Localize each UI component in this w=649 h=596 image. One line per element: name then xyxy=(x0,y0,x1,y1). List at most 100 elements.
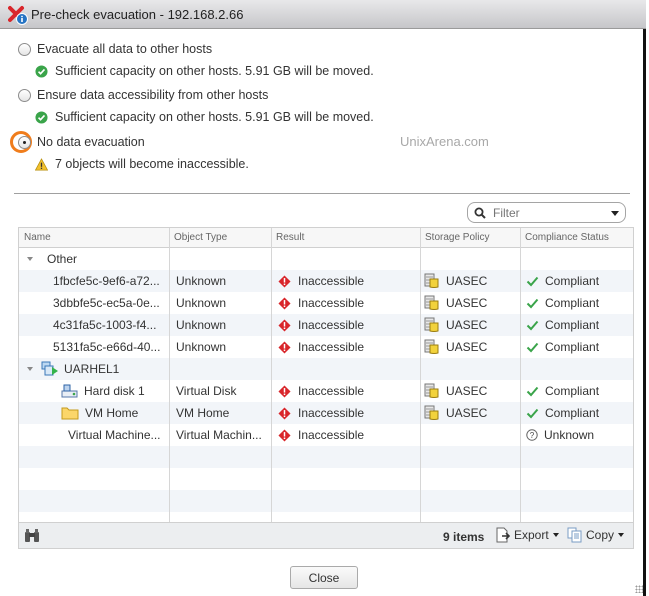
result-cell: Inaccessible xyxy=(278,380,419,402)
option-label: No data evacuation xyxy=(37,135,145,149)
error-icon xyxy=(278,274,291,288)
expand-collapse-icon[interactable] xyxy=(27,367,33,371)
radio-evacuate-all[interactable]: Evacuate all data to other hosts xyxy=(18,41,212,57)
svg-text:?: ? xyxy=(530,431,535,440)
export-button[interactable]: Export xyxy=(495,527,559,543)
column-divider xyxy=(271,228,272,522)
precheck-icon xyxy=(8,6,28,25)
table-row[interactable]: Hard disk 1 Virtual Disk Inaccessible UASEC… xyxy=(19,380,633,402)
object-name: UARHEL1 xyxy=(64,362,120,376)
result-cell: Inaccessible xyxy=(278,292,419,314)
storage-policy-cell: UASEC xyxy=(424,314,519,336)
resize-grip[interactable] xyxy=(635,585,643,593)
storage-policy-icon xyxy=(424,317,439,332)
table-row[interactable]: Virtual Machine... Virtual Machin... Inacc… xyxy=(19,424,633,446)
search-icon xyxy=(474,207,486,219)
radio-button[interactable] xyxy=(18,42,31,56)
column-divider xyxy=(169,228,170,522)
table-row[interactable]: 1fbcfe5c-9ef6-a72... Unknown Inaccessible U… xyxy=(19,270,633,292)
table-row[interactable]: VM Home VM Home Inaccessible UASEC Compliant xyxy=(19,402,633,424)
name-cell: VM Home xyxy=(19,402,169,424)
column-header-object-type[interactable]: Object Type xyxy=(169,228,271,248)
name-cell: 1fbcfe5c-9ef6-a72... xyxy=(19,270,169,292)
close-button[interactable]: Close xyxy=(290,566,358,589)
expand-collapse-icon[interactable] xyxy=(27,257,33,261)
name-cell: 5131fa5c-e66d-40... xyxy=(19,336,169,358)
window-title: Pre-check evacuation - 192.168.2.66 xyxy=(31,7,244,22)
object-type-cell: Unknown xyxy=(176,274,227,288)
column-header-compliance-status[interactable]: Compliance Status xyxy=(520,228,633,248)
name-cell: UARHEL1 xyxy=(19,358,169,380)
column-header-result[interactable]: Result xyxy=(271,228,420,248)
storage-policy-cell: UASEC xyxy=(424,336,519,358)
radio-ensure-accessibility[interactable]: Ensure data accessibility from other hos… xyxy=(18,87,268,103)
error-icon xyxy=(278,318,291,332)
radio-no-evacuation[interactable]: No data evacuation xyxy=(18,134,145,150)
grid-header: Name Object Type Result Storage Policy C… xyxy=(19,228,633,248)
copy-icon xyxy=(567,527,582,543)
storage-policy-icon xyxy=(424,339,439,354)
compliance-status-cell: Compliant xyxy=(526,314,632,336)
binoculars-icon[interactable] xyxy=(24,529,40,543)
check-circle-icon xyxy=(35,64,48,78)
name-cell: Hard disk 1 xyxy=(19,380,169,402)
result-cell: Inaccessible xyxy=(278,402,419,424)
column-header-name[interactable]: Name xyxy=(19,228,169,248)
warning-icon xyxy=(35,157,48,170)
export-icon xyxy=(496,527,511,543)
precheck-dialog: Pre-check evacuation - 192.168.2.66 Evac… xyxy=(0,0,646,596)
result-cell: Inaccessible xyxy=(278,336,419,358)
title-bar: Pre-check evacuation - 192.168.2.66 xyxy=(0,0,646,29)
grid-footer: 9 items Export Copy xyxy=(19,522,633,548)
result-cell: Inaccessible xyxy=(278,270,419,292)
error-icon xyxy=(278,340,291,354)
filter-input[interactable] xyxy=(491,204,606,221)
group-row[interactable]: Other xyxy=(19,248,633,270)
table-row[interactable]: 3dbbfe5c-ec5a-0e... Unknown Inaccessible UA… xyxy=(19,292,633,314)
empty-row xyxy=(19,446,633,468)
no-evacuation-message: 7 objects will become inaccessible. xyxy=(35,156,249,172)
compliant-check-icon xyxy=(526,342,539,353)
radio-button[interactable] xyxy=(18,88,31,102)
evacuate-all-message: Sufficient capacity on other hosts. 5.91… xyxy=(35,63,374,79)
empty-row xyxy=(19,490,633,512)
unknown-question-icon: ? xyxy=(526,429,538,441)
radio-button-selected[interactable] xyxy=(18,135,31,149)
folder-icon xyxy=(61,407,79,420)
column-divider xyxy=(420,228,421,522)
error-icon xyxy=(278,428,291,442)
object-name: Other xyxy=(47,252,78,266)
object-type-cell: Virtual Machin... xyxy=(176,428,262,442)
error-icon xyxy=(278,384,291,398)
storage-policy-cell: UASEC xyxy=(424,292,519,314)
compliance-status-cell: Compliant xyxy=(526,380,632,402)
object-name: Virtual Machine... xyxy=(68,428,161,442)
filter-dropdown-icon[interactable] xyxy=(611,211,619,216)
filter-box[interactable] xyxy=(467,202,626,223)
storage-policy-icon xyxy=(424,295,439,310)
hard-disk-icon xyxy=(61,384,78,398)
ensure-accessibility-message: Sufficient capacity on other hosts. 5.91… xyxy=(35,109,374,125)
object-type-cell: Virtual Disk xyxy=(176,384,237,398)
error-icon xyxy=(278,296,291,310)
group-row[interactable]: UARHEL1 xyxy=(19,358,633,380)
table-row[interactable]: 5131fa5c-e66d-40... Unknown Inaccessible UA… xyxy=(19,336,633,358)
item-count: 9 items xyxy=(443,530,485,544)
column-header-storage-policy[interactable]: Storage Policy xyxy=(420,228,520,248)
table-row[interactable]: 4c31fa5c-1003-f4... Unknown Inaccessible UA… xyxy=(19,314,633,336)
name-cell: 3dbbfe5c-ec5a-0e... xyxy=(19,292,169,314)
object-name: 3dbbfe5c-ec5a-0e... xyxy=(53,296,160,310)
storage-policy-cell: UASEC xyxy=(424,270,519,292)
objects-grid: Name Object Type Result Storage Policy C… xyxy=(18,227,634,549)
empty-row xyxy=(19,512,633,522)
storage-policy-cell: UASEC xyxy=(424,402,519,424)
option-label: Evacuate all data to other hosts xyxy=(37,42,213,56)
compliant-check-icon xyxy=(526,276,539,287)
object-name: VM Home xyxy=(85,406,139,420)
copy-button[interactable]: Copy xyxy=(567,527,625,543)
name-cell: 4c31fa5c-1003-f4... xyxy=(19,314,169,336)
empty-row xyxy=(19,468,633,490)
object-name: Hard disk 1 xyxy=(84,384,145,398)
option-label: Ensure data accessibility from other hos… xyxy=(37,88,269,102)
storage-policy-icon xyxy=(424,405,439,420)
